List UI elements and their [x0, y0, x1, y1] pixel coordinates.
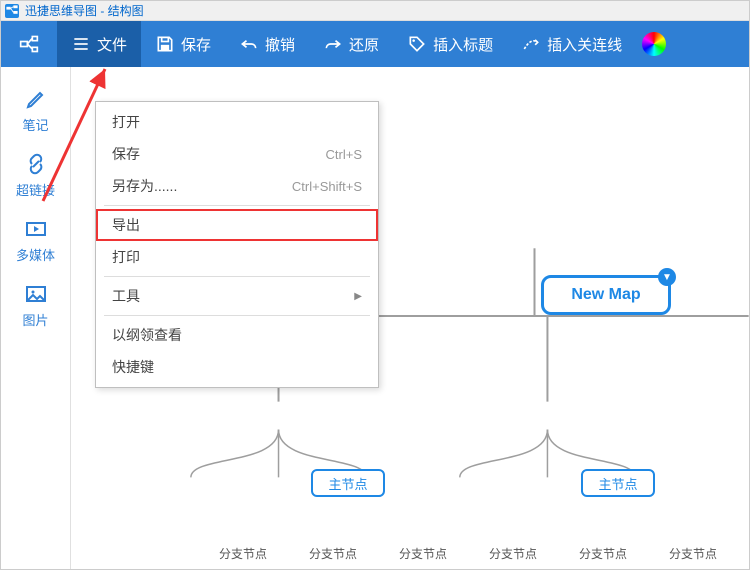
tool-save-label: 保存 [181, 34, 211, 55]
sidebar-hyperlink[interactable]: 超链接 [1, 152, 70, 199]
menu-print[interactable]: 打印 [96, 241, 378, 273]
leaf-node[interactable]: 分支节点 [219, 545, 267, 562]
leaf-group-1: 分支节点 分支节点 分支节点 [219, 545, 447, 562]
leaf-node[interactable]: 分支节点 [579, 545, 627, 562]
menu-separator [104, 276, 370, 277]
menu-save-shortcut: Ctrl+S [326, 147, 362, 162]
window-title: 迅捷思维导图 - 结构图 [25, 2, 144, 19]
tool-redo-label: 还原 [349, 34, 379, 55]
tool-undo-label: 撤销 [265, 34, 295, 55]
redo-icon [323, 34, 343, 54]
menu-shortcuts[interactable]: 快捷键 [96, 351, 378, 383]
root-node-label: New Map [571, 286, 640, 304]
tool-file-label: 文件 [97, 34, 127, 55]
tool-file[interactable]: 文件 [57, 21, 141, 67]
leaf-group-2: 分支节点 分支节点 分支节点 [489, 545, 717, 562]
root-node[interactable]: New Map ▼ [541, 275, 671, 315]
tool-redo[interactable]: 还原 [309, 21, 393, 67]
submenu-arrow-icon: ▶ [354, 291, 362, 302]
file-dropdown: 打开 保存 Ctrl+S 另存为...... Ctrl+Shift+S 导出 打… [95, 101, 379, 388]
sidebar-hyperlink-label: 超链接 [16, 180, 55, 199]
sidebar-note[interactable]: 笔记 [1, 87, 70, 134]
tool-insert-connector-label: 插入关连线 [547, 34, 622, 55]
sidebar-note-label: 笔记 [22, 115, 48, 134]
leaf-node[interactable]: 分支节点 [309, 545, 357, 562]
menu-save-as-label: 另存为...... [112, 176, 177, 196]
tool-insert-title-label: 插入标题 [433, 34, 493, 55]
tool-insert-connector[interactable]: 插入关连线 [507, 21, 636, 67]
undo-icon [239, 34, 259, 54]
video-icon [24, 217, 48, 241]
menu-open-label: 打开 [112, 112, 140, 132]
menu-open[interactable]: 打开 [96, 106, 378, 138]
hamburger-icon [71, 34, 91, 54]
collapse-toggle-icon[interactable]: ▼ [658, 268, 676, 286]
menu-tools[interactable]: 工具 ▶ [96, 280, 378, 312]
sidebar-multimedia-label: 多媒体 [16, 245, 55, 264]
menu-save[interactable]: 保存 Ctrl+S [96, 138, 378, 170]
toolbar: 文件 保存 撤销 还原 插入标题 插入关连线 [1, 21, 749, 67]
save-icon [155, 34, 175, 54]
color-picker-icon[interactable] [642, 32, 666, 56]
menu-separator [104, 205, 370, 206]
image-icon [24, 282, 48, 306]
connector-icon [521, 34, 541, 54]
menu-tools-label: 工具 [112, 286, 140, 306]
menu-outline-label: 以纲领查看 [112, 325, 182, 345]
sidebar-multimedia[interactable]: 多媒体 [1, 217, 70, 264]
menu-export[interactable]: 导出 [96, 209, 378, 241]
main-node-1[interactable]: 主节点 [311, 469, 385, 497]
leaf-node[interactable]: 分支节点 [399, 545, 447, 562]
tool-insert-title[interactable]: 插入标题 [393, 21, 507, 67]
menu-separator [104, 315, 370, 316]
sidebar-image[interactable]: 图片 [1, 282, 70, 329]
tag-icon [407, 34, 427, 54]
titlebar: 迅捷思维导图 - 结构图 [1, 1, 749, 21]
main-node-2[interactable]: 主节点 [581, 469, 655, 497]
main-node-1-label: 主节点 [328, 474, 367, 493]
menu-export-label: 导出 [112, 215, 140, 235]
menu-save-label: 保存 [112, 144, 140, 164]
menu-save-as[interactable]: 另存为...... Ctrl+Shift+S [96, 170, 378, 202]
tool-save[interactable]: 保存 [141, 21, 225, 67]
menu-save-as-shortcut: Ctrl+Shift+S [292, 179, 362, 194]
structure-icon [19, 34, 39, 54]
main-node-2-label: 主节点 [598, 474, 637, 493]
menu-shortcuts-label: 快捷键 [112, 357, 154, 377]
app-icon [5, 4, 19, 18]
pencil-icon [24, 87, 48, 111]
tool-undo[interactable]: 撤销 [225, 21, 309, 67]
sidebar: 笔记 超链接 多媒体 图片 [1, 67, 71, 569]
link-icon [24, 152, 48, 176]
menu-outline[interactable]: 以纲领查看 [96, 319, 378, 351]
tool-structure[interactable] [1, 21, 57, 67]
leaf-node[interactable]: 分支节点 [669, 545, 717, 562]
sidebar-image-label: 图片 [22, 310, 48, 329]
leaf-node[interactable]: 分支节点 [489, 545, 537, 562]
menu-print-label: 打印 [112, 247, 140, 267]
